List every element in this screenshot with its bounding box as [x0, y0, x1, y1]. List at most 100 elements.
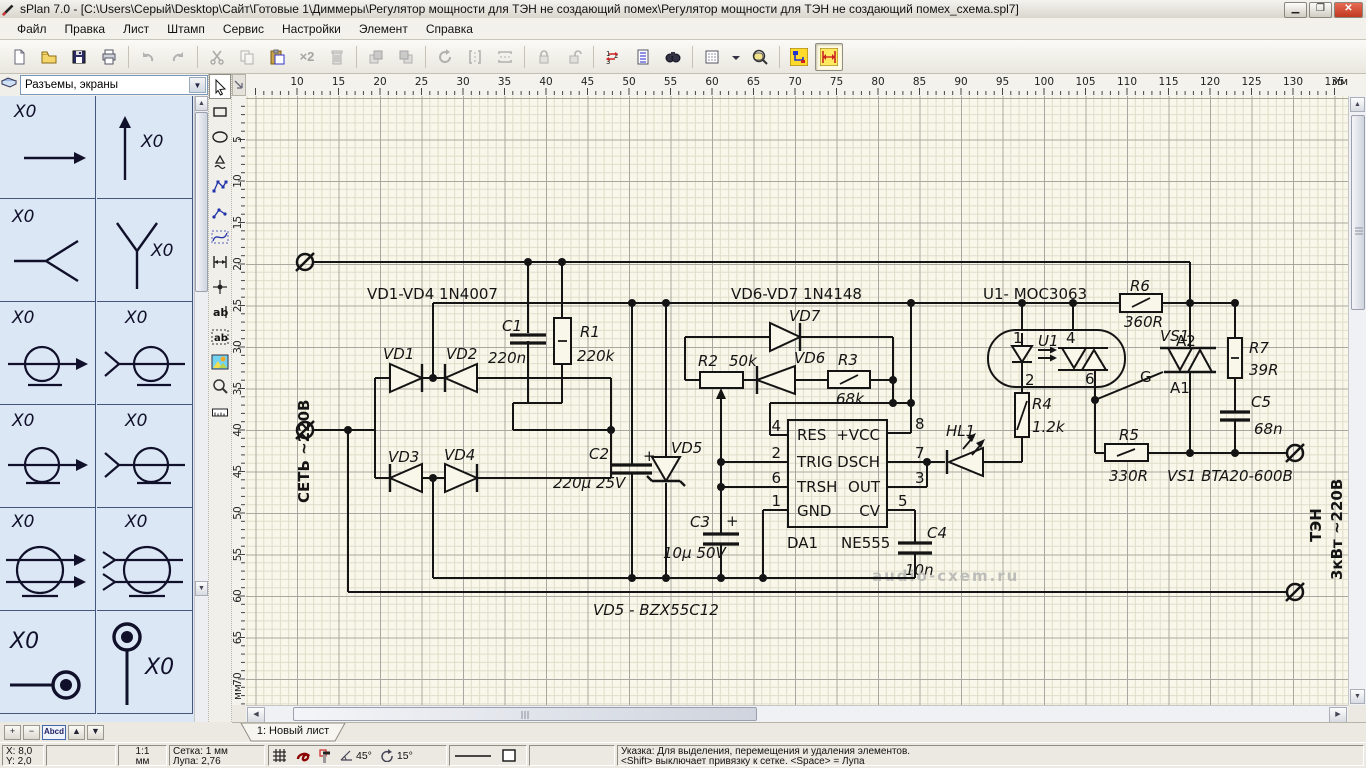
remove-sheet-button[interactable]: −: [23, 725, 40, 740]
menu-help[interactable]: Справка: [417, 20, 482, 38]
line-style-panel[interactable]: [449, 745, 527, 766]
cut-button[interactable]: [203, 43, 231, 71]
library-scrollbar[interactable]: ▲ ▼: [194, 96, 209, 722]
close-button[interactable]: ✕: [1334, 2, 1363, 18]
library-item[interactable]: X0: [97, 96, 193, 199]
bring-to-front-button[interactable]: [362, 43, 390, 71]
measure-mode-button[interactable]: [815, 43, 843, 71]
library-item[interactable]: X0: [97, 508, 193, 611]
line-sample: [453, 751, 493, 761]
svg-text:65: 65: [747, 76, 760, 88]
vertical-scrollbar[interactable]: ▲ ▼: [1348, 96, 1366, 705]
redo-button[interactable]: [164, 43, 192, 71]
sheet-tab[interactable]: 1: Новый лист: [238, 723, 348, 742]
undo-button[interactable]: [134, 43, 162, 71]
rotate-button[interactable]: [431, 43, 459, 71]
tool-text-box[interactable]: ab: [209, 324, 231, 349]
scroll-up-icon[interactable]: ▲: [1350, 97, 1365, 112]
scroll-left-icon[interactable]: ◀: [247, 707, 265, 723]
tool-polygon[interactable]: [209, 174, 231, 199]
mirror-horizontal-button[interactable]: [461, 43, 489, 71]
menu-file[interactable]: Файл: [8, 20, 56, 38]
tool-cursor[interactable]: [209, 74, 231, 99]
tool-text[interactable]: ab: [209, 299, 231, 324]
rename-sheet-button[interactable]: Abcd: [42, 725, 66, 740]
scroll-down-icon[interactable]: ▼: [1350, 689, 1365, 704]
electrical-check-button[interactable]: [785, 43, 813, 71]
ruler-origin-button[interactable]: [232, 74, 246, 96]
move-sheet-down-button[interactable]: ▼: [87, 725, 104, 740]
scroll-up-icon[interactable]: ▲: [195, 96, 208, 111]
print-button[interactable]: [95, 43, 123, 71]
library-item[interactable]: X0: [97, 611, 193, 714]
freehand-icon[interactable]: [295, 748, 311, 763]
svg-text:35: 35: [498, 76, 511, 88]
menu-edit[interactable]: Правка: [56, 20, 115, 38]
send-to-back-button[interactable]: [392, 43, 420, 71]
library-item[interactable]: X0: [0, 199, 96, 302]
tool-rectangle[interactable]: [209, 99, 231, 124]
library-item[interactable]: X0: [0, 611, 96, 714]
lock-button[interactable]: [530, 43, 558, 71]
copy-button[interactable]: [233, 43, 261, 71]
svg-text:20: 20: [373, 76, 386, 88]
search-button[interactable]: [659, 43, 687, 71]
menu-settings[interactable]: Настройки: [273, 20, 350, 38]
tool-special-shape[interactable]: [209, 149, 231, 174]
library-select[interactable]: Разъемы, экраны ▼: [20, 75, 208, 95]
mirror-vertical-button[interactable]: [491, 43, 519, 71]
menu-element[interactable]: Элемент: [350, 20, 417, 38]
delete-button[interactable]: [323, 43, 351, 71]
maximize-button[interactable]: ❐: [1309, 2, 1332, 18]
scroll-down-icon[interactable]: ▼: [195, 581, 208, 596]
bill-of-materials-button[interactable]: [629, 43, 657, 71]
h-scroll-thumb[interactable]: [293, 707, 757, 721]
move-sheet-up-button[interactable]: ▲: [68, 725, 85, 740]
add-sheet-button[interactable]: +: [4, 725, 21, 740]
pin-icon[interactable]: [319, 748, 331, 763]
svg-text:+: +: [726, 512, 739, 530]
tool-polyline[interactable]: [209, 199, 231, 224]
scroll-right-icon[interactable]: ▶: [1329, 707, 1347, 723]
paste-button[interactable]: [263, 43, 291, 71]
grid-dropdown-caret[interactable]: [728, 43, 744, 71]
library-item[interactable]: X0: [0, 302, 96, 405]
tool-ruler[interactable]: [209, 399, 231, 424]
angle-value[interactable]: 45°: [356, 751, 372, 761]
library-item[interactable]: X0: [0, 96, 96, 199]
tool-node-point[interactable]: [209, 274, 231, 299]
svg-text:TRIG: TRIG: [796, 453, 833, 471]
unlock-button[interactable]: [560, 43, 588, 71]
library-item[interactable]: X0: [0, 405, 96, 508]
menu-stamp[interactable]: Штамп: [158, 20, 214, 38]
renumber-button[interactable]: 123: [599, 43, 627, 71]
snap-grid-icon[interactable]: [272, 748, 287, 763]
minimize-button[interactable]: ▁: [1284, 2, 1307, 18]
menu-service[interactable]: Сервис: [214, 20, 273, 38]
tool-dimension[interactable]: [209, 249, 231, 274]
menu-sheet[interactable]: Лист: [114, 20, 158, 38]
svg-text:audio-cxem.ru: audio-cxem.ru: [872, 567, 1019, 585]
chevron-down-icon[interactable]: ▼: [189, 77, 206, 93]
grid-settings-button[interactable]: [698, 43, 726, 71]
status-bar: X: 8,0Y: 2,0 1:1мм Сетка: 1 ммЛупа: 2,76…: [0, 742, 1366, 768]
library-item[interactable]: X0: [97, 405, 193, 508]
save-button[interactable]: [65, 43, 93, 71]
zoom-window-button[interactable]: [746, 43, 774, 71]
duplicate-x2-button[interactable]: ×2: [293, 43, 321, 71]
tool-image[interactable]: [209, 349, 231, 374]
tool-ellipse[interactable]: [209, 124, 231, 149]
library-item[interactable]: X0: [0, 508, 96, 611]
horizontal-scrollbar[interactable]: ◀ ▶: [246, 705, 1348, 722]
library-scroll-thumb[interactable]: [195, 112, 208, 292]
rotation-value[interactable]: 15°: [397, 751, 413, 761]
library-item[interactable]: X0: [97, 199, 193, 302]
svg-text:U1: U1: [1038, 332, 1059, 350]
tool-bezier-curve[interactable]: [209, 224, 231, 249]
schematic-canvas[interactable]: VD1-VD4 1N4007VD6-VD7 1N4148U1- MOC3063V…: [246, 96, 1348, 705]
library-item[interactable]: X0: [97, 302, 193, 405]
open-button[interactable]: [35, 43, 63, 71]
tool-zoom[interactable]: [209, 374, 231, 399]
new-button[interactable]: [5, 43, 33, 71]
v-scroll-thumb[interactable]: [1351, 115, 1365, 310]
